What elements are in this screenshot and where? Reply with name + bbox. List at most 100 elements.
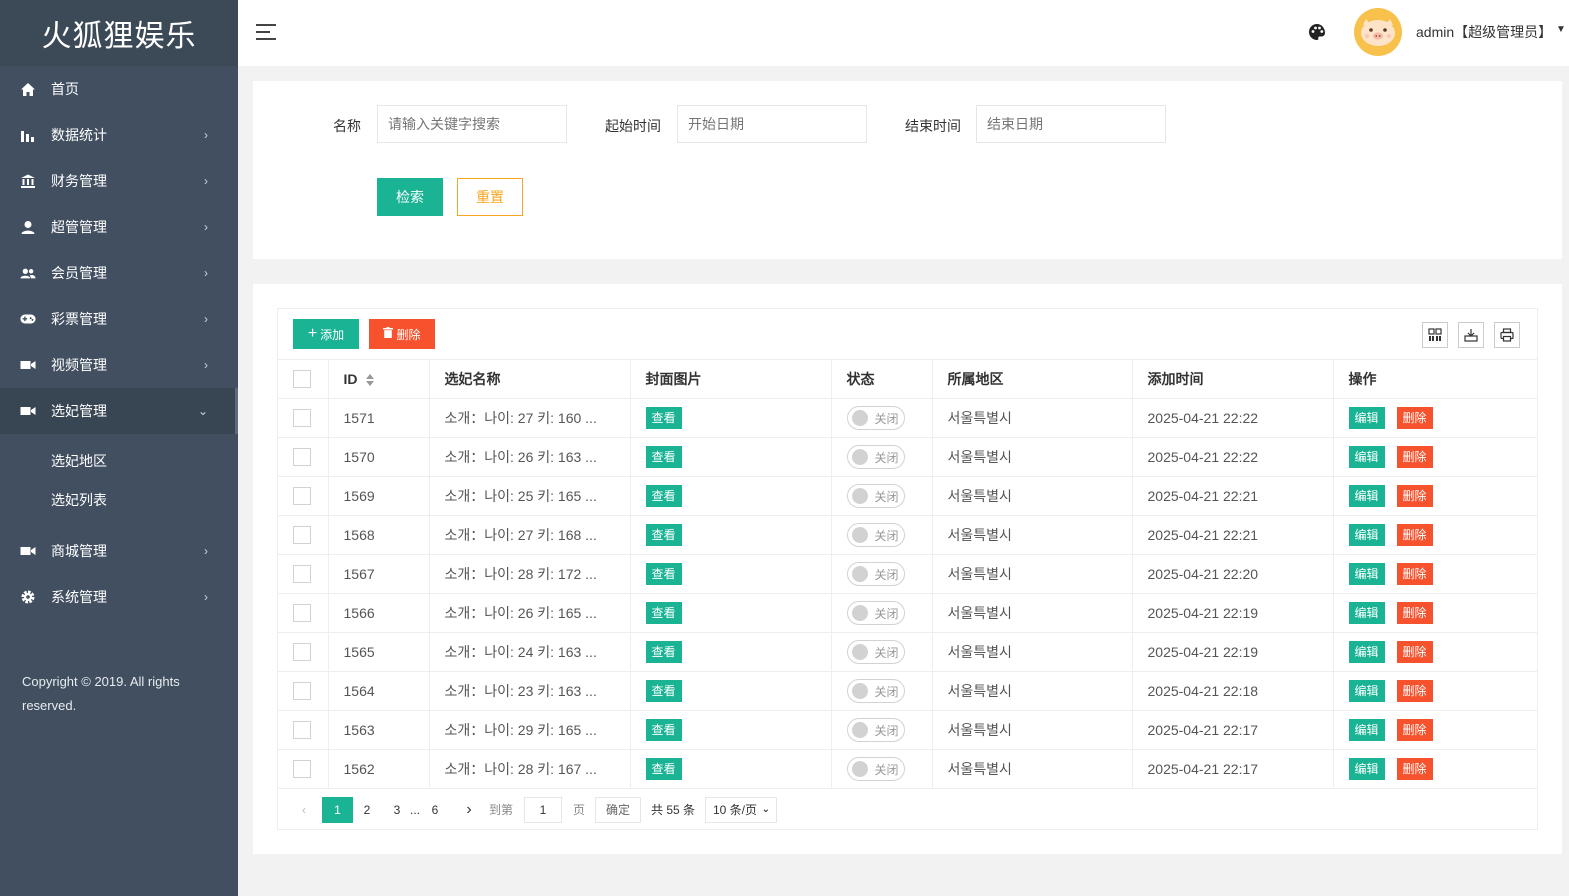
edit-button[interactable]: 编辑 (1348, 563, 1385, 585)
row-checkbox[interactable] (293, 487, 311, 506)
delete-button[interactable]: 删除 (1396, 485, 1433, 507)
status-toggle[interactable]: 关闭 (846, 562, 905, 586)
view-cover-button[interactable]: 查看 (645, 485, 682, 507)
row-status: 关闭 (831, 749, 933, 789)
bar-chart-icon (20, 127, 36, 143)
sidebar-item-shop[interactable]: 商城管理 › (0, 528, 238, 574)
row-checkbox[interactable] (293, 682, 311, 701)
delete-button[interactable]: 删除 (1396, 446, 1433, 468)
view-cover-button[interactable]: 查看 (645, 524, 682, 546)
sidebar-item-statistics[interactable]: 数据统计 › (0, 112, 238, 158)
delete-button[interactable]: 删除 (1396, 524, 1433, 546)
sidebar-subitem-list[interactable]: 选妃列表 (0, 481, 238, 520)
chevron-right-icon: › (204, 174, 208, 188)
view-cover-button[interactable]: 查看 (645, 680, 682, 702)
start-date-input[interactable] (677, 105, 867, 143)
row-checkbox[interactable] (293, 448, 311, 467)
view-cover-button[interactable]: 查看 (645, 407, 682, 429)
page-button-6[interactable]: 6 (428, 797, 442, 823)
sort-icon[interactable] (365, 374, 374, 387)
row-checkbox[interactable] (293, 526, 311, 545)
sidebar-item-lottery[interactable]: 彩票管理 › (0, 296, 238, 342)
row-checkbox[interactable] (293, 643, 311, 662)
view-cover-button[interactable]: 查看 (645, 563, 682, 585)
page-button-2[interactable]: 2 (360, 797, 374, 823)
sidebar-item-admin[interactable]: 超管管理 › (0, 204, 238, 250)
view-cover-button[interactable]: 查看 (645, 602, 682, 624)
row-checkbox[interactable] (293, 565, 311, 584)
prev-page-icon[interactable]: ‹ (296, 797, 312, 823)
edit-button[interactable]: 编辑 (1348, 602, 1385, 624)
palette-icon[interactable] (1308, 23, 1326, 41)
row-region: 서울특별시 (932, 671, 1133, 711)
status-toggle[interactable]: 关闭 (846, 640, 905, 664)
delete-button[interactable]: 删除 (1396, 680, 1433, 702)
status-toggle[interactable]: 关闭 (846, 484, 905, 508)
select-all-checkbox[interactable] (293, 370, 311, 389)
page-button-1[interactable]: 1 (322, 797, 353, 823)
table-row: 1565 소개：나이: 24 키: 163 ... 查看 关闭 서울특별시 2025-04… (278, 632, 1537, 672)
view-cover-button[interactable]: 查看 (645, 719, 682, 741)
sidebar-subitem-region[interactable]: 选妃地区 (0, 442, 238, 481)
export-icon[interactable] (1458, 322, 1484, 348)
sidebar-item-concubine[interactable]: 选妃管理 ⌄ (0, 388, 238, 434)
row-checkbox[interactable] (293, 721, 311, 740)
edit-button[interactable]: 编辑 (1348, 680, 1385, 702)
columns-filter-icon[interactable] (1422, 322, 1448, 348)
row-checkbox[interactable] (293, 604, 311, 623)
view-cover-button[interactable]: 查看 (645, 641, 682, 663)
end-date-input[interactable] (976, 105, 1166, 143)
view-cover-button[interactable]: 查看 (645, 758, 682, 780)
edit-button[interactable]: 编辑 (1348, 524, 1385, 546)
sidebar-item-members[interactable]: 会员管理 › (0, 250, 238, 296)
status-toggle[interactable]: 关闭 (846, 757, 905, 781)
user-menu[interactable]: admin【超级管理员】 (1416, 22, 1552, 42)
sidebar-item-system[interactable]: 系统管理 › (0, 574, 238, 620)
next-page-icon[interactable]: › (462, 797, 476, 823)
goto-confirm-button[interactable]: 确定 (595, 797, 641, 823)
avatar[interactable] (1354, 8, 1402, 56)
brand-logo[interactable]: 火狐狸娱乐 (0, 0, 238, 66)
edit-button[interactable]: 编辑 (1348, 485, 1385, 507)
table-panel: + 添加 删除 ID 选妃名称 封面图片 状态 所属地区 添加时间 操作 157… (253, 284, 1562, 854)
edit-button[interactable]: 编辑 (1348, 719, 1385, 741)
view-cover-button[interactable]: 查看 (645, 446, 682, 468)
delete-button[interactable]: 删除 (1396, 641, 1433, 663)
search-panel: 名称 起始时间 结束时间 检索 重置 (253, 81, 1562, 259)
column-header-id[interactable]: ID (328, 359, 430, 399)
status-toggle[interactable]: 关闭 (846, 445, 905, 469)
row-checkbox[interactable] (293, 760, 311, 779)
table-row: 1562 소개：나이: 28 키: 167 ... 查看 关闭 서울특별시 2025-04… (278, 749, 1537, 789)
reset-button[interactable]: 重置 (457, 178, 523, 216)
status-toggle[interactable]: 关闭 (846, 406, 905, 430)
table-row: 1571 소개：나이: 27 키: 160 ... 查看 关闭 서울특별시 2025-04… (278, 398, 1537, 438)
delete-button[interactable]: 删除 (1396, 407, 1433, 429)
sidebar-item-video[interactable]: 视频管理 › (0, 342, 238, 388)
page-button-3[interactable]: 3 (390, 797, 404, 823)
row-checkbox[interactable] (293, 409, 311, 428)
delete-button[interactable]: 删除 (1396, 602, 1433, 624)
add-button[interactable]: + 添加 (293, 319, 359, 349)
delete-button[interactable]: 删除 (1396, 758, 1433, 780)
page-size-select[interactable]: 10 条/页 ⌄ (705, 797, 777, 823)
edit-button[interactable]: 编辑 (1348, 407, 1385, 429)
name-search-input[interactable] (377, 105, 567, 143)
edit-button[interactable]: 编辑 (1348, 641, 1385, 663)
sidebar-item-home[interactable]: 首页 (0, 66, 238, 112)
delete-button[interactable]: 删除 (1396, 563, 1433, 585)
status-toggle[interactable]: 关闭 (846, 679, 905, 703)
delete-button[interactable]: 删除 (1396, 719, 1433, 741)
caret-down-icon[interactable]: ▼ (1556, 24, 1566, 35)
row-id: 1566 (328, 593, 430, 633)
goto-page-input[interactable]: 1 (524, 797, 562, 823)
status-toggle[interactable]: 关闭 (846, 718, 905, 742)
print-icon[interactable] (1494, 322, 1520, 348)
search-button[interactable]: 检索 (377, 178, 443, 216)
status-toggle[interactable]: 关闭 (846, 601, 905, 625)
batch-delete-button[interactable]: 删除 (369, 319, 435, 349)
edit-button[interactable]: 编辑 (1348, 446, 1385, 468)
menu-toggle-icon[interactable] (256, 24, 276, 40)
edit-button[interactable]: 编辑 (1348, 758, 1385, 780)
status-toggle[interactable]: 关闭 (846, 523, 905, 547)
sidebar-item-finance[interactable]: 财务管理 › (0, 158, 238, 204)
